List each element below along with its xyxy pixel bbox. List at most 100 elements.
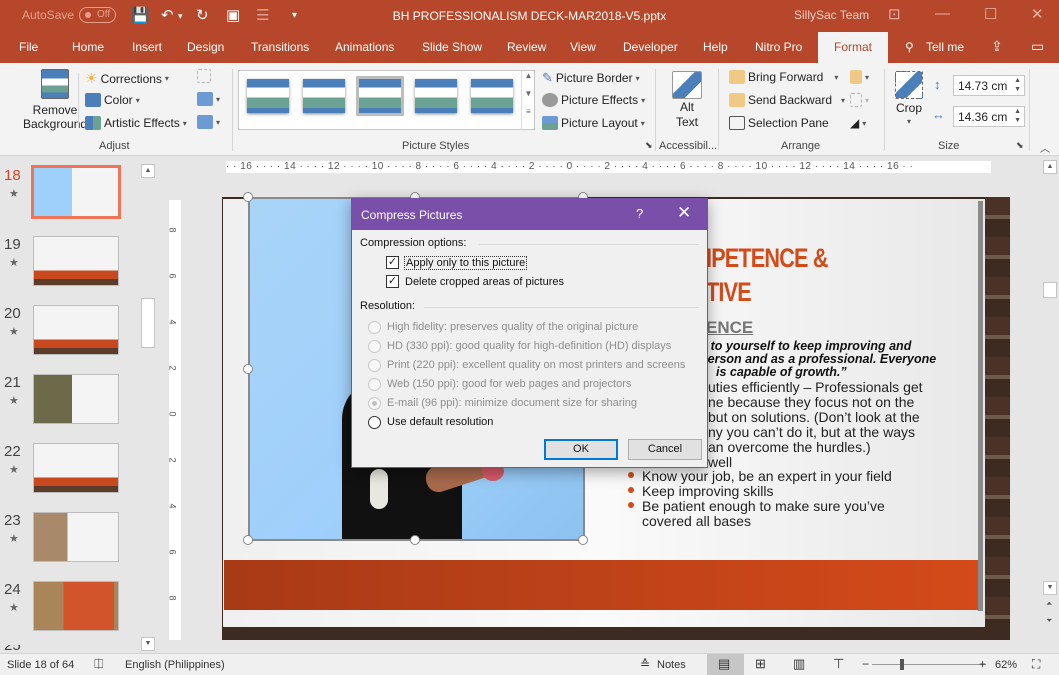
- apply-only-checkbox[interactable]: ✓: [386, 256, 399, 269]
- picture-styles-dialog-launcher[interactable]: ⬊: [645, 140, 653, 151]
- send-backward-button[interactable]: Send Backward ▾: [729, 93, 845, 107]
- zoom-level[interactable]: 62%: [995, 659, 1017, 671]
- slide-thumbnail-19[interactable]: 19 ★: [0, 236, 140, 296]
- change-picture-button[interactable]: ▾: [197, 92, 220, 106]
- tell-me-input[interactable]: Tell me: [926, 40, 964, 54]
- slide-body-line[interactable]: uties efficiently – Professionals get: [708, 380, 923, 395]
- notes-button[interactable]: Notes: [657, 659, 686, 671]
- slide-show-icon[interactable]: ⊤: [833, 656, 844, 672]
- scroll-up-button[interactable]: ▲: [1043, 160, 1057, 174]
- resolution-label-print[interactable]: Print (220 ppi): excellent quality on mo…: [387, 359, 685, 371]
- resolution-label-web[interactable]: Web (150 ppi): good for web pages and pr…: [387, 378, 631, 390]
- normal-view-icon[interactable]: ▤: [718, 656, 730, 672]
- slide-thumbnail-24[interactable]: 24 ★: [0, 581, 140, 641]
- tab-review[interactable]: Review: [507, 40, 546, 54]
- delete-cropped-label[interactable]: Delete cropped areas of pictures: [405, 276, 564, 288]
- fit-to-window-icon[interactable]: ⛶: [1032, 657, 1040, 672]
- resolution-radio-hd[interactable]: [368, 340, 381, 353]
- spelling-check-icon[interactable]: ⎅: [94, 657, 104, 672]
- scroll-down-button[interactable]: ▼: [1043, 581, 1057, 595]
- artistic-effects-button[interactable]: Artistic Effects ▾: [85, 116, 187, 130]
- slide-body-line[interactable]: ne because they focus not on the: [708, 395, 914, 410]
- crop-button[interactable]: Crop ▾: [895, 71, 923, 126]
- share-icon[interactable]: ⇪: [991, 38, 1003, 55]
- resolution-radio-high-fidelity[interactable]: [368, 321, 381, 334]
- corrections-button[interactable]: ☀ Corrections ▾: [85, 70, 169, 87]
- slide-bullet-item[interactable]: Know your job, be an expert in your fiel…: [642, 469, 892, 484]
- group-button[interactable]: ▾: [850, 93, 869, 107]
- zoom-in-button[interactable]: +: [979, 657, 986, 671]
- previous-slide-button[interactable]: ⏶: [1046, 599, 1052, 609]
- slide-thumbnail-23[interactable]: 23 ★: [0, 512, 140, 572]
- slide-subtitle[interactable]: ENCE: [706, 318, 753, 338]
- resolution-radio-default[interactable]: [368, 416, 381, 429]
- resize-handle-bottom-left[interactable]: [243, 535, 253, 545]
- slide-quote-line[interactable]: person and as a professional. Everyone: [700, 352, 936, 366]
- slides-pane-scrollbar[interactable]: ▲ ▼: [141, 157, 156, 653]
- tab-view[interactable]: View: [570, 40, 596, 54]
- shape-width-spinner[interactable]: ▲ ▼: [1014, 107, 1021, 125]
- delete-cropped-checkbox[interactable]: ✓: [386, 275, 399, 288]
- picture-layout-button[interactable]: Picture Layout ▾: [542, 116, 645, 130]
- comments-icon[interactable]: ▭: [1031, 38, 1044, 55]
- tab-home[interactable]: Home: [72, 40, 104, 54]
- alt-text-button[interactable]: Alt Text: [672, 71, 702, 129]
- zoom-out-button[interactable]: −: [862, 657, 869, 671]
- notes-icon[interactable]: ≙: [640, 657, 650, 671]
- slide-thumbnail-25[interactable]: 25: [0, 645, 140, 653]
- align-button[interactable]: ▾: [850, 70, 869, 84]
- editor-scrollbar[interactable]: ▲ ▼ ⏶ ⏷: [1043, 157, 1058, 653]
- slide-sorter-icon[interactable]: ⊞: [755, 656, 766, 672]
- slide-quote-line[interactable]: 't to yourself to keep improving and: [700, 339, 911, 353]
- tab-developer[interactable]: Developer: [623, 40, 678, 54]
- shape-width-input[interactable]: 14.36 cm ▲ ▼: [953, 106, 1025, 127]
- resolution-label-high-fidelity[interactable]: High fidelity: preserves quality of the …: [387, 321, 638, 333]
- resolution-radio-print[interactable]: [368, 359, 381, 372]
- next-slide-button[interactable]: ⏷: [1046, 616, 1052, 626]
- bring-forward-button[interactable]: Bring Forward ▾: [729, 70, 838, 84]
- resize-handle-left[interactable]: [243, 364, 253, 374]
- picture-styles-gallery[interactable]: ▲ ▼ ≡: [238, 70, 535, 130]
- slide-bullet-item[interactable]: Be patient enough to make sure you’ve: [642, 499, 885, 514]
- ribbon-display-options-icon[interactable]: ⊡: [888, 5, 901, 23]
- tab-insert[interactable]: Insert: [132, 40, 162, 54]
- scroll-down-button[interactable]: ▼: [141, 637, 155, 651]
- slide-quote-line[interactable]: is capable of growth.”: [716, 365, 847, 379]
- slide-title-line-1[interactable]: IPETENCE &: [706, 243, 828, 274]
- resize-handle-bottom[interactable]: [410, 535, 420, 545]
- zoom-slider-thumb[interactable]: [900, 659, 904, 670]
- compress-pictures-button[interactable]: [197, 69, 211, 83]
- picture-style-3[interactable]: [356, 76, 404, 116]
- resize-handle-top-left[interactable]: [243, 192, 253, 202]
- picture-style-4[interactable]: [415, 79, 457, 113]
- picture-style-5[interactable]: [471, 79, 513, 113]
- vertical-ruler[interactable]: 8 6 4 2 0 2 4 6 8: [168, 200, 181, 640]
- dialog-close-button[interactable]: ✕: [677, 203, 691, 223]
- slide-body-line[interactable]: an overcome the hurdles.): [708, 440, 871, 455]
- tab-help[interactable]: Help: [703, 40, 728, 54]
- resolution-radio-email[interactable]: [368, 397, 381, 410]
- user-name[interactable]: SillySac Team: [794, 8, 869, 22]
- close-icon[interactable]: ✕: [1031, 5, 1044, 23]
- collapse-ribbon-icon[interactable]: ︿: [1040, 140, 1050, 155]
- slide-body-line[interactable]: ny you can’t do it, but at the ways: [708, 425, 915, 440]
- shape-height-spinner[interactable]: ▲ ▼: [1014, 76, 1021, 94]
- gallery-scroll[interactable]: ▲ ▼ ≡: [521, 71, 535, 130]
- minimize-icon[interactable]: —: [935, 5, 950, 22]
- tab-format[interactable]: Format: [818, 32, 889, 63]
- picture-effects-button[interactable]: Picture Effects ▾: [542, 93, 645, 107]
- resolution-label-hd[interactable]: HD (330 ppi): good quality for high-defi…: [387, 340, 671, 352]
- tab-design[interactable]: Design: [187, 40, 224, 54]
- selection-pane-button[interactable]: Selection Pane: [729, 116, 829, 130]
- slide-bullet-item[interactable]: Keep improving skills: [642, 484, 774, 499]
- zoom-slider-track[interactable]: [872, 664, 986, 665]
- slide-thumbnail-21[interactable]: 21 ★: [0, 374, 140, 434]
- dialog-title-bar[interactable]: Compress Pictures: [352, 199, 707, 230]
- slide-thumbnail-20[interactable]: 20 ★: [0, 305, 140, 365]
- resolution-label-default[interactable]: Use default resolution: [387, 416, 493, 428]
- shape-height-input[interactable]: 14.73 cm ▲ ▼: [953, 75, 1025, 96]
- color-button[interactable]: Color ▾: [85, 93, 140, 107]
- scroll-up-button[interactable]: ▲: [141, 164, 155, 178]
- picture-border-button[interactable]: ✎ Picture Border ▾: [542, 70, 640, 86]
- slide-bullet-item-continued[interactable]: covered all bases: [642, 514, 751, 529]
